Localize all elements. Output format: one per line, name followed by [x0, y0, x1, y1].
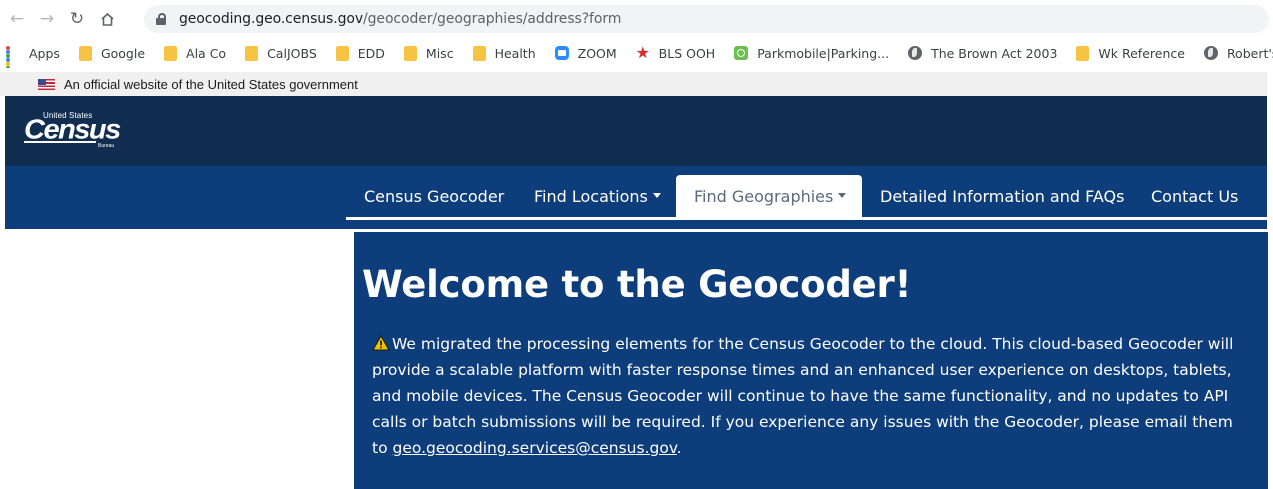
nav-label: Census Geocoder — [364, 187, 505, 206]
back-arrow-icon[interactable]: ← — [2, 4, 32, 34]
globe-icon — [1203, 46, 1218, 60]
bookmark-label: Parkmobile|Parking... — [757, 45, 890, 61]
nav-census-geocoder[interactable]: Census Geocoder — [364, 187, 504, 206]
page-title: Welcome to the Geocoder! — [362, 263, 912, 306]
caret-down-icon — [838, 193, 847, 198]
parkmobile-icon — [734, 46, 749, 60]
globe-icon — [908, 46, 923, 60]
bookmark-health[interactable]: Health — [472, 45, 536, 61]
bookmark-label: Google — [100, 45, 146, 61]
bookmark-ala-co[interactable]: Ala Co — [164, 45, 227, 61]
folder-icon — [164, 45, 178, 61]
nav-contact-us[interactable]: Contact Us — [1151, 187, 1238, 206]
bookmark-label: Misc — [425, 45, 454, 61]
support-email-link[interactable]: geo.geocoding.services@census.gov — [393, 439, 677, 457]
us-flag-icon — [38, 78, 55, 90]
logo-underline — [24, 141, 96, 143]
logo-bureau-text: Bureau — [98, 143, 115, 149]
warning-icon — [372, 335, 390, 351]
address-bar[interactable]: geocoding.geo.census.gov/geocoder/geogra… — [144, 5, 1269, 33]
url-text: geocoding.geo.census.gov/geocoder/geogra… — [179, 11, 621, 27]
bookmark-label: ZOOM — [577, 45, 617, 61]
bookmark-apps[interactable]: Apps — [6, 45, 60, 68]
browser-toolbar: ← → ↻ geocoding.geo.census.gov/geocoder/… — [0, 0, 1273, 38]
bookmark-google[interactable]: Google — [78, 45, 146, 61]
nav-label: Find Locations — [534, 187, 648, 206]
gov-banner-text: An official website of the United States… — [64, 76, 358, 92]
nav-label: Contact Us — [1151, 187, 1239, 206]
bookmark-label: EDD — [357, 45, 385, 61]
bookmark-label: BLS OOH — [658, 45, 716, 61]
official-gov-banner: An official website of the United States… — [0, 72, 1267, 96]
welcome-panel: Welcome to the Geocoder! We migrated the… — [354, 232, 1268, 489]
bookmarks-bar: Apps Google Ala Co CalJOBS EDD Misc Heal… — [0, 38, 1273, 68]
folder-icon — [1076, 45, 1090, 61]
bookmark-edd[interactable]: EDD — [335, 45, 385, 61]
bookmark-label: The Brown Act 2003 — [931, 45, 1058, 61]
forward-arrow-icon[interactable]: → — [32, 4, 62, 34]
bookmark-label: Ala Co — [186, 45, 227, 61]
bookmark-label: CalJOBS — [267, 45, 317, 61]
bookmark-caljobs[interactable]: CalJOBS — [245, 45, 317, 61]
bookmark-zoom[interactable]: ZOOM — [554, 45, 617, 61]
nav-label: Find Geographies — [694, 187, 834, 206]
folder-icon — [245, 45, 259, 61]
bookmark-wk-reference[interactable]: Wk Reference — [1076, 45, 1185, 61]
nav-find-locations[interactable]: Find Locations — [534, 187, 661, 206]
caret-down-icon — [652, 193, 661, 198]
zoom-icon — [554, 46, 569, 60]
lock-icon — [156, 13, 166, 25]
url-path: /geocoder/geographies/address?form — [363, 11, 622, 27]
nav-find-geographies[interactable]: Find Geographies — [694, 187, 847, 206]
bookmark-parkmobile[interactable]: Parkmobile|Parking... — [734, 46, 889, 61]
bookmark-brown-act[interactable]: The Brown Act 2003 — [908, 46, 1057, 61]
bookmark-roberts-rules[interactable]: Robert's Ru — [1203, 45, 1273, 61]
bookmark-bls-ooh[interactable]: ★ BLS OOH — [635, 43, 716, 62]
notice-period: . — [676, 439, 682, 457]
bookmark-label: Health — [494, 45, 536, 61]
nav-label: Detailed Information and FAQs — [880, 187, 1125, 206]
bookmark-label: Wk Reference — [1098, 45, 1185, 61]
bookmark-misc[interactable]: Misc — [403, 45, 454, 61]
bookmark-label: Robert's Ru — [1226, 45, 1273, 61]
reload-icon[interactable]: ↻ — [62, 4, 92, 34]
folder-icon — [403, 45, 417, 61]
nav-detailed-information-faqs[interactable]: Detailed Information and FAQs — [880, 187, 1124, 206]
home-icon[interactable] — [92, 4, 122, 34]
folder-icon — [78, 45, 92, 61]
url-host: geocoding.geo.census.gov — [179, 11, 364, 27]
folder-icon — [335, 45, 349, 61]
logo-census-text: Census — [24, 114, 121, 146]
migration-notice: We migrated the processing elements for … — [372, 331, 1252, 461]
bookmark-label: Apps — [29, 45, 60, 61]
bls-star-icon: ★ — [635, 43, 650, 62]
folder-icon — [472, 45, 486, 61]
site-header: United States Census Bureau — [5, 96, 1267, 166]
apps-grid-icon — [6, 46, 20, 68]
